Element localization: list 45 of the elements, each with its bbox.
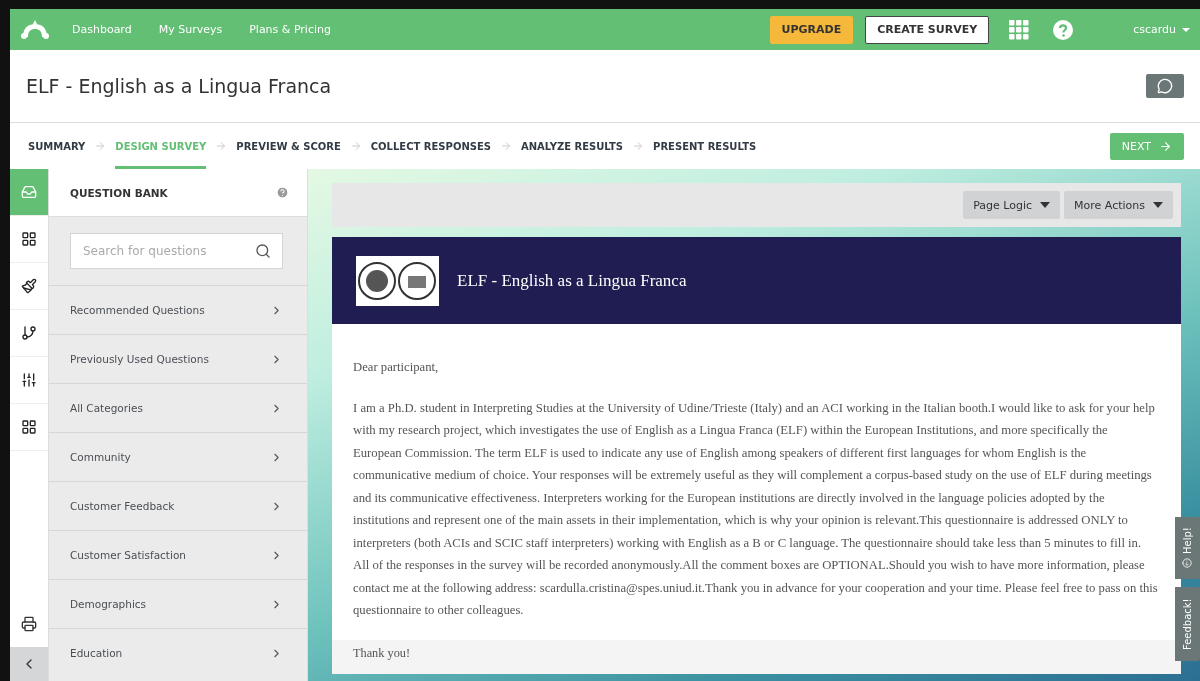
comment-button[interactable] bbox=[1146, 74, 1184, 98]
bank-icon bbox=[21, 184, 37, 200]
step-arrow-icon bbox=[349, 140, 362, 152]
category-item[interactable]: Recommended Questions bbox=[49, 285, 307, 334]
category-item[interactable]: Customer Feedback bbox=[49, 481, 307, 530]
style-icon bbox=[21, 278, 37, 294]
step-tab[interactable]: PRESENT RESULTS bbox=[653, 123, 757, 169]
logo-icon bbox=[356, 255, 439, 306]
logic-icon bbox=[21, 325, 37, 341]
help-tab[interactable]: Help! bbox=[1175, 517, 1200, 579]
category-item[interactable]: Community bbox=[49, 432, 307, 481]
category-item[interactable]: Customer Satisfaction bbox=[49, 530, 307, 579]
help-icon bbox=[1182, 558, 1193, 569]
search-field[interactable]: Search for questions bbox=[70, 233, 283, 269]
step-tab[interactable]: COLLECT RESPONSES bbox=[370, 123, 491, 169]
step-arrow-icon bbox=[215, 140, 228, 152]
step-arrow-icon bbox=[632, 140, 645, 152]
category-item[interactable]: All Categories bbox=[49, 383, 307, 432]
help-icon[interactable] bbox=[276, 186, 289, 199]
survey-title: ELF - English as a Lingua Franca bbox=[26, 75, 332, 97]
search-icon[interactable] bbox=[255, 243, 271, 259]
upgrade-button[interactable]: UPGRADE bbox=[769, 15, 854, 44]
step-tab[interactable]: SUMMARY bbox=[28, 123, 86, 169]
greeting-text: Dear participant, bbox=[353, 359, 440, 376]
options-icon bbox=[21, 372, 37, 388]
dropdown-button[interactable]: More Actions bbox=[1064, 191, 1173, 219]
intro-paragraph: I am a Ph.D. student in Interpreting Studies at the University of Udine/Trieste (Italy) and an ACI working in the Italian booth.I would like to ask for your help with my research project, which investigates the use of English as a Lingua Franca (ELF) within the European Institutions, and more specifically the European Commission. The term ELF is used to indicate any use of English among speakers of different first languages for whom English is the communicative medium of choice. Your responses will be extremely useful as they will complement a corpus-based study on the use of ELF during meetings and its communicative effectiveness. Interpreters working for the European institutions are directly involved in the language policies adopted by the institutions and represent one of the main assets in their implementation, which is why your opinion is relevant.This questionnaire is addressed ONLY to interpreters (both ACIs and SCIC staff interpreters) working with English as a B or C language. The questionnaire should take less than 5 minutes to fill in. All of the responses in the survey will be recorded anonymously.All the comment boxes are OPTIONAL.Should you wish to have more information, please contact me at the following address: scardulla.cristina@spes.uniud.it.Thank you in advance for your cooperation and your time. Please feel free to pass on this questionnaire to other colleagues. bbox=[353, 399, 1159, 619]
step-arrow-icon bbox=[94, 140, 107, 152]
arrow-right-icon bbox=[1159, 139, 1172, 153]
builder-icon bbox=[21, 231, 37, 247]
feedback-tab[interactable]: Feedback! bbox=[1175, 587, 1200, 661]
survey-header: ELF - English as a Lingua Franca bbox=[457, 270, 687, 291]
create-survey-button[interactable]: CREATE SURVEY bbox=[865, 15, 990, 44]
category-item[interactable]: Education bbox=[49, 628, 307, 677]
thanks-text: Thank you! bbox=[332, 639, 1181, 674]
panel-title: QUESTION BANK bbox=[70, 186, 168, 199]
speech-bubble-icon bbox=[1157, 78, 1173, 94]
step-arrow-icon bbox=[500, 140, 512, 152]
library-icon bbox=[21, 419, 37, 435]
step-tab[interactable]: PREVIEW & SCORE bbox=[236, 123, 341, 169]
category-item[interactable]: Previously Used Questions bbox=[49, 334, 307, 383]
dropdown-button[interactable]: Page Logic bbox=[963, 191, 1061, 219]
step-tab[interactable]: ANALYZE RESULTS bbox=[521, 123, 624, 169]
printer-icon bbox=[21, 616, 37, 632]
category-item[interactable]: Demographics bbox=[49, 579, 307, 628]
